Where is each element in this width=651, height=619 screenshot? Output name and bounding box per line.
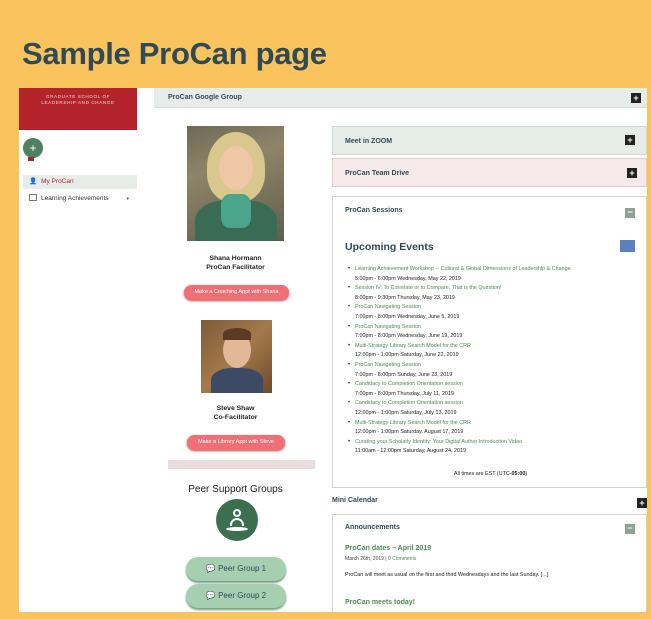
- peer-group-label: Peer Group 2: [218, 591, 267, 600]
- event-item: Candidacy to Completion Orientation sess…: [348, 399, 641, 418]
- event-time: 7:00pm - 8:00pm Sunday, June 23, 2019: [355, 371, 453, 378]
- peer-group-1-button[interactable]: 💬 Peer Group 1: [186, 557, 286, 581]
- badge-icon: [28, 157, 34, 161]
- event-title-link[interactable]: Learning Achievement Workshop -- Cultura…: [355, 265, 641, 275]
- event-item: ProCan Navigating Session7:00pm - 8:00pm…: [348, 303, 641, 322]
- library-appt-button[interactable]: Make a Library Appt with Steve: [187, 435, 285, 450]
- expand-zoom-button[interactable]: +: [625, 135, 635, 145]
- drive-panel-header[interactable]: ProCan Team Drive: [332, 158, 647, 187]
- calendar-icon[interactable]: [620, 240, 635, 252]
- zoom-panel-label: Meet in ZOOM: [345, 138, 393, 145]
- peer-group-label: Peer Group 1: [218, 564, 267, 573]
- main-content: ProCan Google Group + Shana Hormann ProC…: [154, 88, 647, 612]
- sessions-panel: ProCan Sessions − Upcoming Events Learni…: [332, 196, 647, 488]
- expand-google-group-button[interactable]: +: [631, 93, 641, 103]
- co-facilitator-name: Steve Shaw: [216, 405, 255, 412]
- announcements-header[interactable]: Announcements: [345, 524, 400, 531]
- screenshot-frame: GRADUATE SCHOOL OF LEADERSHIP AND CHANGE…: [19, 88, 647, 612]
- event-time: 7:00pm - 8:00pm Thursday, July 11, 2019: [355, 390, 454, 397]
- divider: [168, 460, 315, 469]
- collapse-sessions-button[interactable]: −: [625, 208, 635, 218]
- event-item: Session IV: To Correlate or to Compare, …: [348, 284, 641, 303]
- event-time: 12:00pm - 1:00pm Saturday, June 22, 2019: [355, 352, 459, 359]
- facilitator-role: ProCan Facilitator: [206, 264, 265, 271]
- facilitator-name: Shana Hormann: [209, 255, 262, 262]
- facilitator-name-block: Shana Hormann ProCan Facilitator: [164, 254, 307, 272]
- add-button[interactable]: +: [23, 138, 43, 158]
- event-time: 7:00pm - 8:00pm Wednesday, June 5, 2019: [355, 313, 460, 320]
- caret-down-icon[interactable]: ▾: [126, 193, 129, 205]
- slide-title-part3: page: [247, 36, 327, 71]
- event-title-link[interactable]: Curating your Scholarly Identity: Your D…: [355, 438, 641, 448]
- event-time: 11:00am - 12:00pm Saturday, August 24, 2…: [355, 448, 466, 455]
- drive-panel-label: ProCan Team Drive: [345, 170, 410, 177]
- school-logo[interactable]: GRADUATE SCHOOL OF LEADERSHIP AND CHANGE: [19, 88, 137, 130]
- upcoming-events-title: Upcoming Events: [345, 241, 434, 253]
- event-time: 12:00pm - 1:00pm Saturday, August 17, 20…: [355, 429, 464, 436]
- event-time: 8:00pm - 9:30pm Thursday, May 23, 2019: [355, 294, 455, 301]
- sidebar: GRADUATE SCHOOL OF LEADERSHIP AND CHANGE…: [19, 88, 139, 612]
- sessions-panel-header[interactable]: ProCan Sessions: [345, 207, 403, 214]
- event-item: Multi-Strategy Library Search Model for …: [348, 342, 641, 361]
- announcement-title-link[interactable]: ProCan meets today!: [345, 599, 415, 606]
- sidebar-item-learning-achievements[interactable]: Learning Achievements ▾: [23, 193, 137, 205]
- peer-group-2-button[interactable]: 💬 Peer Group 2: [186, 584, 286, 608]
- slide-title-part2: ProCan: [138, 36, 248, 71]
- event-title-link[interactable]: Multi-Strategy Library Search Model for …: [355, 419, 641, 429]
- event-time: 5:00pm - 6:00pm Wednesday, May 22, 2019: [355, 275, 461, 282]
- sidebar-item-label: My ProCan: [41, 178, 74, 185]
- timezone-note: All times are EST (UTC-05:00): [453, 471, 528, 477]
- event-item: ProCan Navigating Session7:00pm - 8:00pm…: [348, 361, 641, 380]
- announcement-title-link[interactable]: ProCan dates – April 2019: [345, 545, 431, 552]
- coaching-appt-button[interactable]: Make a Coaching Appt with Shana: [184, 285, 289, 300]
- expand-mini-calendar-button[interactable]: +: [637, 498, 647, 508]
- co-facilitator-name-block: Steve Shaw Co-Facilitator: [164, 404, 307, 422]
- mini-calendar-header[interactable]: Mini Calendar: [332, 497, 647, 504]
- events-list: Learning Achievement Workshop -- Cultura…: [348, 265, 641, 457]
- event-time: 12:00pm - 1:00pm Saturday, July 13, 2019: [355, 409, 457, 416]
- peer-group-icon: [216, 499, 258, 541]
- event-item: Candidacy to Completion Orientation sess…: [348, 380, 641, 399]
- chat-icon: 💬: [205, 564, 216, 573]
- announcement-body: ProCan will meet as usual on the first a…: [345, 572, 549, 578]
- event-item: Multi-Strategy Library Search Model for …: [348, 419, 641, 438]
- event-item: Curating your Scholarly Identity: Your D…: [348, 438, 641, 457]
- facilitator-photo: [187, 126, 284, 241]
- sidebar-item-my-procan[interactable]: 👤 My ProCan: [23, 175, 137, 189]
- comments-link[interactable]: 0 Comments: [388, 556, 416, 562]
- event-time: 7:00pm - 8:00pm Wednesday, June 19, 2019: [355, 333, 463, 340]
- collapse-announcements-button[interactable]: −: [625, 524, 635, 534]
- event-title-link[interactable]: ProCan Navigating Session: [355, 303, 641, 313]
- event-title-link[interactable]: Multi-Strategy Library Search Model for …: [355, 342, 641, 352]
- logo-line-2: LEADERSHIP AND CHANGE: [41, 100, 115, 105]
- event-title-link[interactable]: ProCan Navigating Session: [355, 323, 641, 333]
- event-title-link[interactable]: Candidacy to Completion Orientation sess…: [355, 399, 641, 409]
- google-group-header[interactable]: ProCan Google Group: [154, 88, 647, 108]
- chat-icon: 💬: [205, 591, 216, 600]
- announcement-meta: March 26th, 2019 | 0 Comments: [345, 556, 417, 562]
- expand-drive-button[interactable]: +: [627, 168, 637, 178]
- event-title-link[interactable]: ProCan Navigating Session: [355, 361, 641, 371]
- co-facilitator-role: Co-Facilitator: [213, 414, 258, 421]
- event-title-link[interactable]: Candidacy to Completion Orientation sess…: [355, 380, 641, 390]
- slide-title: Sample ProCan page: [22, 36, 327, 72]
- slide-title-part1: Sample: [22, 36, 139, 71]
- google-group-label: ProCan Google Group: [168, 94, 242, 101]
- peer-support-title: Peer Support Groups: [188, 484, 283, 495]
- event-title-link[interactable]: Session IV: To Correlate or to Compare, …: [355, 284, 641, 294]
- list-icon: [29, 194, 37, 201]
- user-icon: 👤: [29, 178, 38, 185]
- co-facilitator-photo: [201, 320, 272, 393]
- event-item: ProCan Navigating Session7:00pm - 8:00pm…: [348, 323, 641, 342]
- announcements-panel: Announcements − ProCan dates – April 201…: [332, 514, 647, 612]
- sidebar-item-label: Learning Achievements: [41, 195, 109, 202]
- event-item: Learning Achievement Workshop -- Cultura…: [348, 265, 641, 284]
- zoom-panel-header[interactable]: Meet in ZOOM: [332, 126, 647, 155]
